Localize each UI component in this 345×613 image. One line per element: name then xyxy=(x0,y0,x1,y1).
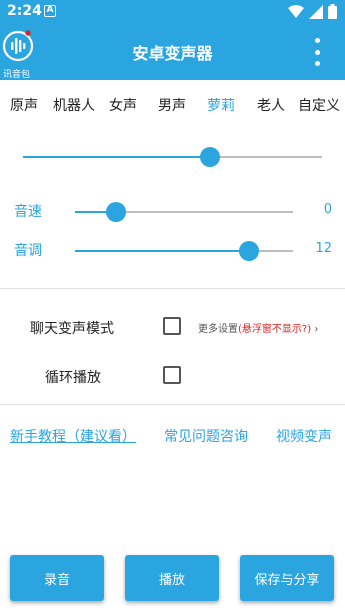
chat-mode-label: 聊天变声模式 xyxy=(30,321,114,337)
pitch-slider-fill xyxy=(75,250,249,252)
chevron-right-icon: › xyxy=(314,324,319,335)
divider xyxy=(0,404,345,405)
play-button[interactable]: 播放 xyxy=(125,555,219,601)
tab-elder[interactable]: 老人 xyxy=(257,95,285,115)
tutorial-link[interactable]: 新手教程（建议看） xyxy=(10,426,136,446)
video-voice-link[interactable]: 视频变声 xyxy=(276,426,332,446)
tab-male[interactable]: 男声 xyxy=(158,95,186,115)
record-button[interactable]: 录音 xyxy=(10,555,104,601)
battery-icon xyxy=(328,4,337,19)
speed-slider-thumb[interactable] xyxy=(106,202,126,222)
status-icons xyxy=(288,4,337,19)
speed-value: 0 xyxy=(323,202,332,217)
status-time: 2:24 xyxy=(7,3,42,19)
app-title: 安卓变声器 xyxy=(132,44,213,63)
floating-window-warning: (悬浮窗不显示?) xyxy=(238,324,312,335)
pitch-slider-thumb[interactable] xyxy=(239,241,259,261)
divider xyxy=(0,288,345,289)
pitch-slider[interactable] xyxy=(75,241,293,261)
pitch-label: 音调 xyxy=(14,243,42,259)
speed-slider[interactable] xyxy=(75,202,293,222)
app-bar: 讯音包 安卓变声器 xyxy=(0,24,345,80)
cell-signal-icon xyxy=(309,4,323,19)
tab-robot[interactable]: 机器人 xyxy=(53,95,95,115)
more-settings-link[interactable]: 更多设置(悬浮窗不显示?) › xyxy=(198,320,318,335)
status-bar: 2:24 A xyxy=(0,0,345,24)
main-slider-fill xyxy=(23,156,210,158)
pitch-value: 12 xyxy=(315,241,332,256)
faq-link[interactable]: 常见问题咨询 xyxy=(164,426,248,446)
tab-original[interactable]: 原声 xyxy=(10,95,38,115)
main-effect-slider[interactable] xyxy=(23,147,322,167)
chat-mode-checkbox[interactable] xyxy=(163,317,181,335)
main-slider-thumb[interactable] xyxy=(200,147,220,167)
tab-female[interactable]: 女声 xyxy=(109,95,137,115)
speed-label: 音速 xyxy=(14,204,42,220)
wifi-icon xyxy=(288,4,304,18)
more-vert-icon[interactable] xyxy=(313,38,321,66)
loop-play-checkbox[interactable] xyxy=(163,366,181,384)
notification-a-icon: A xyxy=(44,5,56,17)
save-share-button[interactable]: 保存与分享 xyxy=(240,555,334,601)
voice-tabs: 原声 机器人 女声 男声 萝莉 老人 自定义 xyxy=(0,95,345,119)
logo-text: 讯音包 xyxy=(3,70,31,80)
tab-loli[interactable]: 萝莉 xyxy=(207,95,235,115)
more-settings-text: 更多设置 xyxy=(198,324,238,335)
tab-custom[interactable]: 自定义 xyxy=(298,95,340,115)
loop-play-label: 循环播放 xyxy=(45,370,101,386)
